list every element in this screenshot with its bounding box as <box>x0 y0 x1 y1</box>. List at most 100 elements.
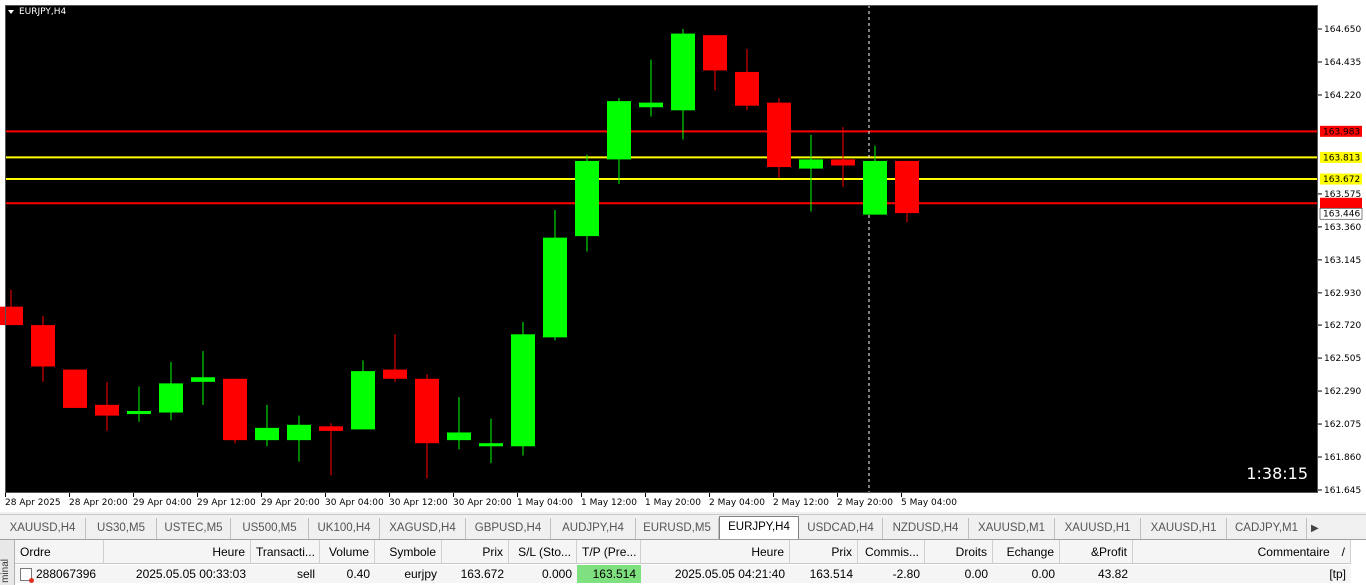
table-cell[interactable]: 0.000 <box>509 565 577 583</box>
candle-bear <box>0 306 23 326</box>
cell-value: [tp] <box>1329 567 1346 581</box>
table-cell[interactable]: 0.00 <box>925 565 993 583</box>
column-header-label: Prix <box>482 545 503 559</box>
table-cell[interactable]: 163.514 <box>577 565 641 583</box>
candle-bull <box>511 334 535 447</box>
column-header-heure[interactable]: Heure <box>641 540 790 564</box>
y-tick-label: 161.860 <box>1324 453 1361 463</box>
y-tick-label: 162.930 <box>1324 289 1361 299</box>
y-tick-label: 164.220 <box>1324 91 1361 101</box>
x-tick-label: 30 Apr 12:00 <box>389 498 448 508</box>
table-cell[interactable]: 43.82 <box>1060 565 1133 583</box>
x-tick-label: 1 May 20:00 <box>645 498 701 508</box>
tab-audjpy-h4[interactable]: AUDJPY,H4 <box>551 518 636 539</box>
cell-value: 2025.05.05 00:33:03 <box>135 567 246 581</box>
candle-bull <box>607 101 631 160</box>
table-cell[interactable]: [tp] <box>1133 565 1351 583</box>
cell-value: 0.40 <box>346 567 370 581</box>
candle-bull <box>671 33 695 111</box>
cell-value: 0.000 <box>541 567 572 581</box>
tab-eurusd-m5[interactable]: EURUSD,M5 <box>636 518 719 539</box>
column-header-s-l-sto[interactable]: S/L (Sto... <box>509 540 577 564</box>
y-tick-label: 163.360 <box>1324 223 1361 233</box>
column-header-label: S/L (Sto... <box>518 545 571 559</box>
table-cell[interactable]: 288067396 <box>15 565 104 583</box>
tab-uk100-h4[interactable]: UK100,H4 <box>309 518 380 539</box>
column-header-heure[interactable]: Heure <box>104 540 251 564</box>
column-header-echange[interactable]: Echange <box>993 540 1060 564</box>
column-header-commentaire[interactable]: Commentaire / <box>1133 540 1351 564</box>
table-cell[interactable]: 2025.05.05 04:21:40 <box>641 565 790 583</box>
tab-ustec-m5[interactable]: USTEC,M5 <box>157 518 231 539</box>
table-cell[interactable]: -2.80 <box>858 565 925 583</box>
chart-area[interactable]: 164.650 164.435 164.220 163.575 163.360 163.1… <box>0 0 1366 512</box>
table-cell[interactable]: 163.514 <box>790 565 858 583</box>
table-cell[interactable]: 163.672 <box>442 565 509 583</box>
price-chart[interactable]: 164.650164.435164.220163.575163.360163.1… <box>0 0 1366 512</box>
tab-nzdusd-h4[interactable]: NZDUSD,H4 <box>883 518 969 539</box>
x-tick-label: 28 Apr 2025 <box>5 498 61 508</box>
column-header-volume[interactable]: Volume <box>320 540 375 564</box>
candle-bear <box>703 35 727 71</box>
candle-bear <box>767 102 791 168</box>
candle-bull <box>287 424 311 441</box>
tab-us500-m5[interactable]: US500,M5 <box>231 518 309 539</box>
column-header-label: Commentaire <box>1257 545 1330 559</box>
y-tick-label: 162.720 <box>1324 321 1361 331</box>
y-tick-label: 164.435 <box>1324 58 1361 68</box>
tab-gbpusd-h4[interactable]: GBPUSD,H4 <box>466 518 551 539</box>
candle-bear <box>831 159 855 166</box>
column-header-prix[interactable]: Prix <box>442 540 509 564</box>
column-header-t-p-pre[interactable]: T/P (Pre... <box>577 540 641 564</box>
y-tick-label: 162.505 <box>1324 354 1361 364</box>
tab-xauusd-h1[interactable]: XAUUSD,H1 <box>1141 518 1227 539</box>
column-header-label: Transacti... <box>256 545 315 559</box>
level-label-text: 163.514 <box>1323 199 1360 209</box>
table-cell[interactable]: 0.40 <box>320 565 375 583</box>
table-cell[interactable]: eurjpy <box>375 565 442 583</box>
x-tick-label: 2 May 04:00 <box>709 498 765 508</box>
order-document-icon <box>20 568 34 583</box>
x-tick-label: 29 Apr 04:00 <box>133 498 192 508</box>
x-tick-label: 29 Apr 20:00 <box>261 498 320 508</box>
tab-scroll-right-icon[interactable]: ▶ <box>1307 519 1323 539</box>
tab-usdcad-h4[interactable]: USDCAD,H4 <box>799 518 883 539</box>
column-header--profit[interactable]: &Profit <box>1060 540 1133 564</box>
column-header-symbole[interactable]: Symbole <box>375 540 442 564</box>
level-label-text: 163.813 <box>1323 153 1360 163</box>
column-header-droits[interactable]: Droits <box>925 540 993 564</box>
candle-bull <box>191 377 215 382</box>
tab-eurjpy-h4[interactable]: EURJPY,H4 <box>719 516 799 539</box>
cell-value: 163.672 <box>460 567 504 581</box>
column-header-ordre[interactable]: Ordre <box>15 540 104 564</box>
cell-value: -2.80 <box>892 567 920 581</box>
table-cell[interactable]: 0.00 <box>993 565 1060 583</box>
candle-bull <box>447 432 471 441</box>
plot-background[interactable] <box>5 5 1318 493</box>
cell-value: 288067396 <box>36 567 97 581</box>
column-header-label: Ordre <box>20 545 51 559</box>
dropdown-triangle-icon[interactable] <box>8 10 14 14</box>
y-tick-label: 162.290 <box>1324 387 1361 397</box>
candle-bear <box>95 404 119 416</box>
tab-xauusd-h4[interactable]: XAUUSD,H4 <box>0 518 86 539</box>
candle-bear <box>31 325 55 367</box>
column-header-prix[interactable]: Prix <box>790 540 858 564</box>
table-cell[interactable]: sell <box>251 565 320 583</box>
candle-bear <box>735 71 759 106</box>
column-header-commis[interactable]: Commis... <box>858 540 925 564</box>
terminal-side-tab[interactable]: minal <box>0 540 15 585</box>
tab-xauusd-h1[interactable]: XAUUSD,H1 <box>1055 518 1141 539</box>
table-cell[interactable]: 2025.05.05 00:33:03 <box>104 565 251 583</box>
candle-bull <box>543 237 567 338</box>
tab-us30-m5[interactable]: US30,M5 <box>86 518 157 539</box>
candle-bear <box>319 426 343 431</box>
tab-xauusd-m1[interactable]: XAUUSD,M1 <box>969 518 1055 539</box>
tab-cadjpy-m1[interactable]: CADJPY,M1 <box>1227 518 1307 539</box>
y-tick-label: 163.145 <box>1324 256 1361 266</box>
tab-xagusd-h4[interactable]: XAGUSD,H4 <box>380 518 466 539</box>
x-tick-label: 1 May 12:00 <box>581 498 637 508</box>
candle-bull <box>255 427 279 441</box>
column-header-transacti[interactable]: Transacti... <box>251 540 320 564</box>
x-tick-label: 29 Apr 12:00 <box>197 498 256 508</box>
